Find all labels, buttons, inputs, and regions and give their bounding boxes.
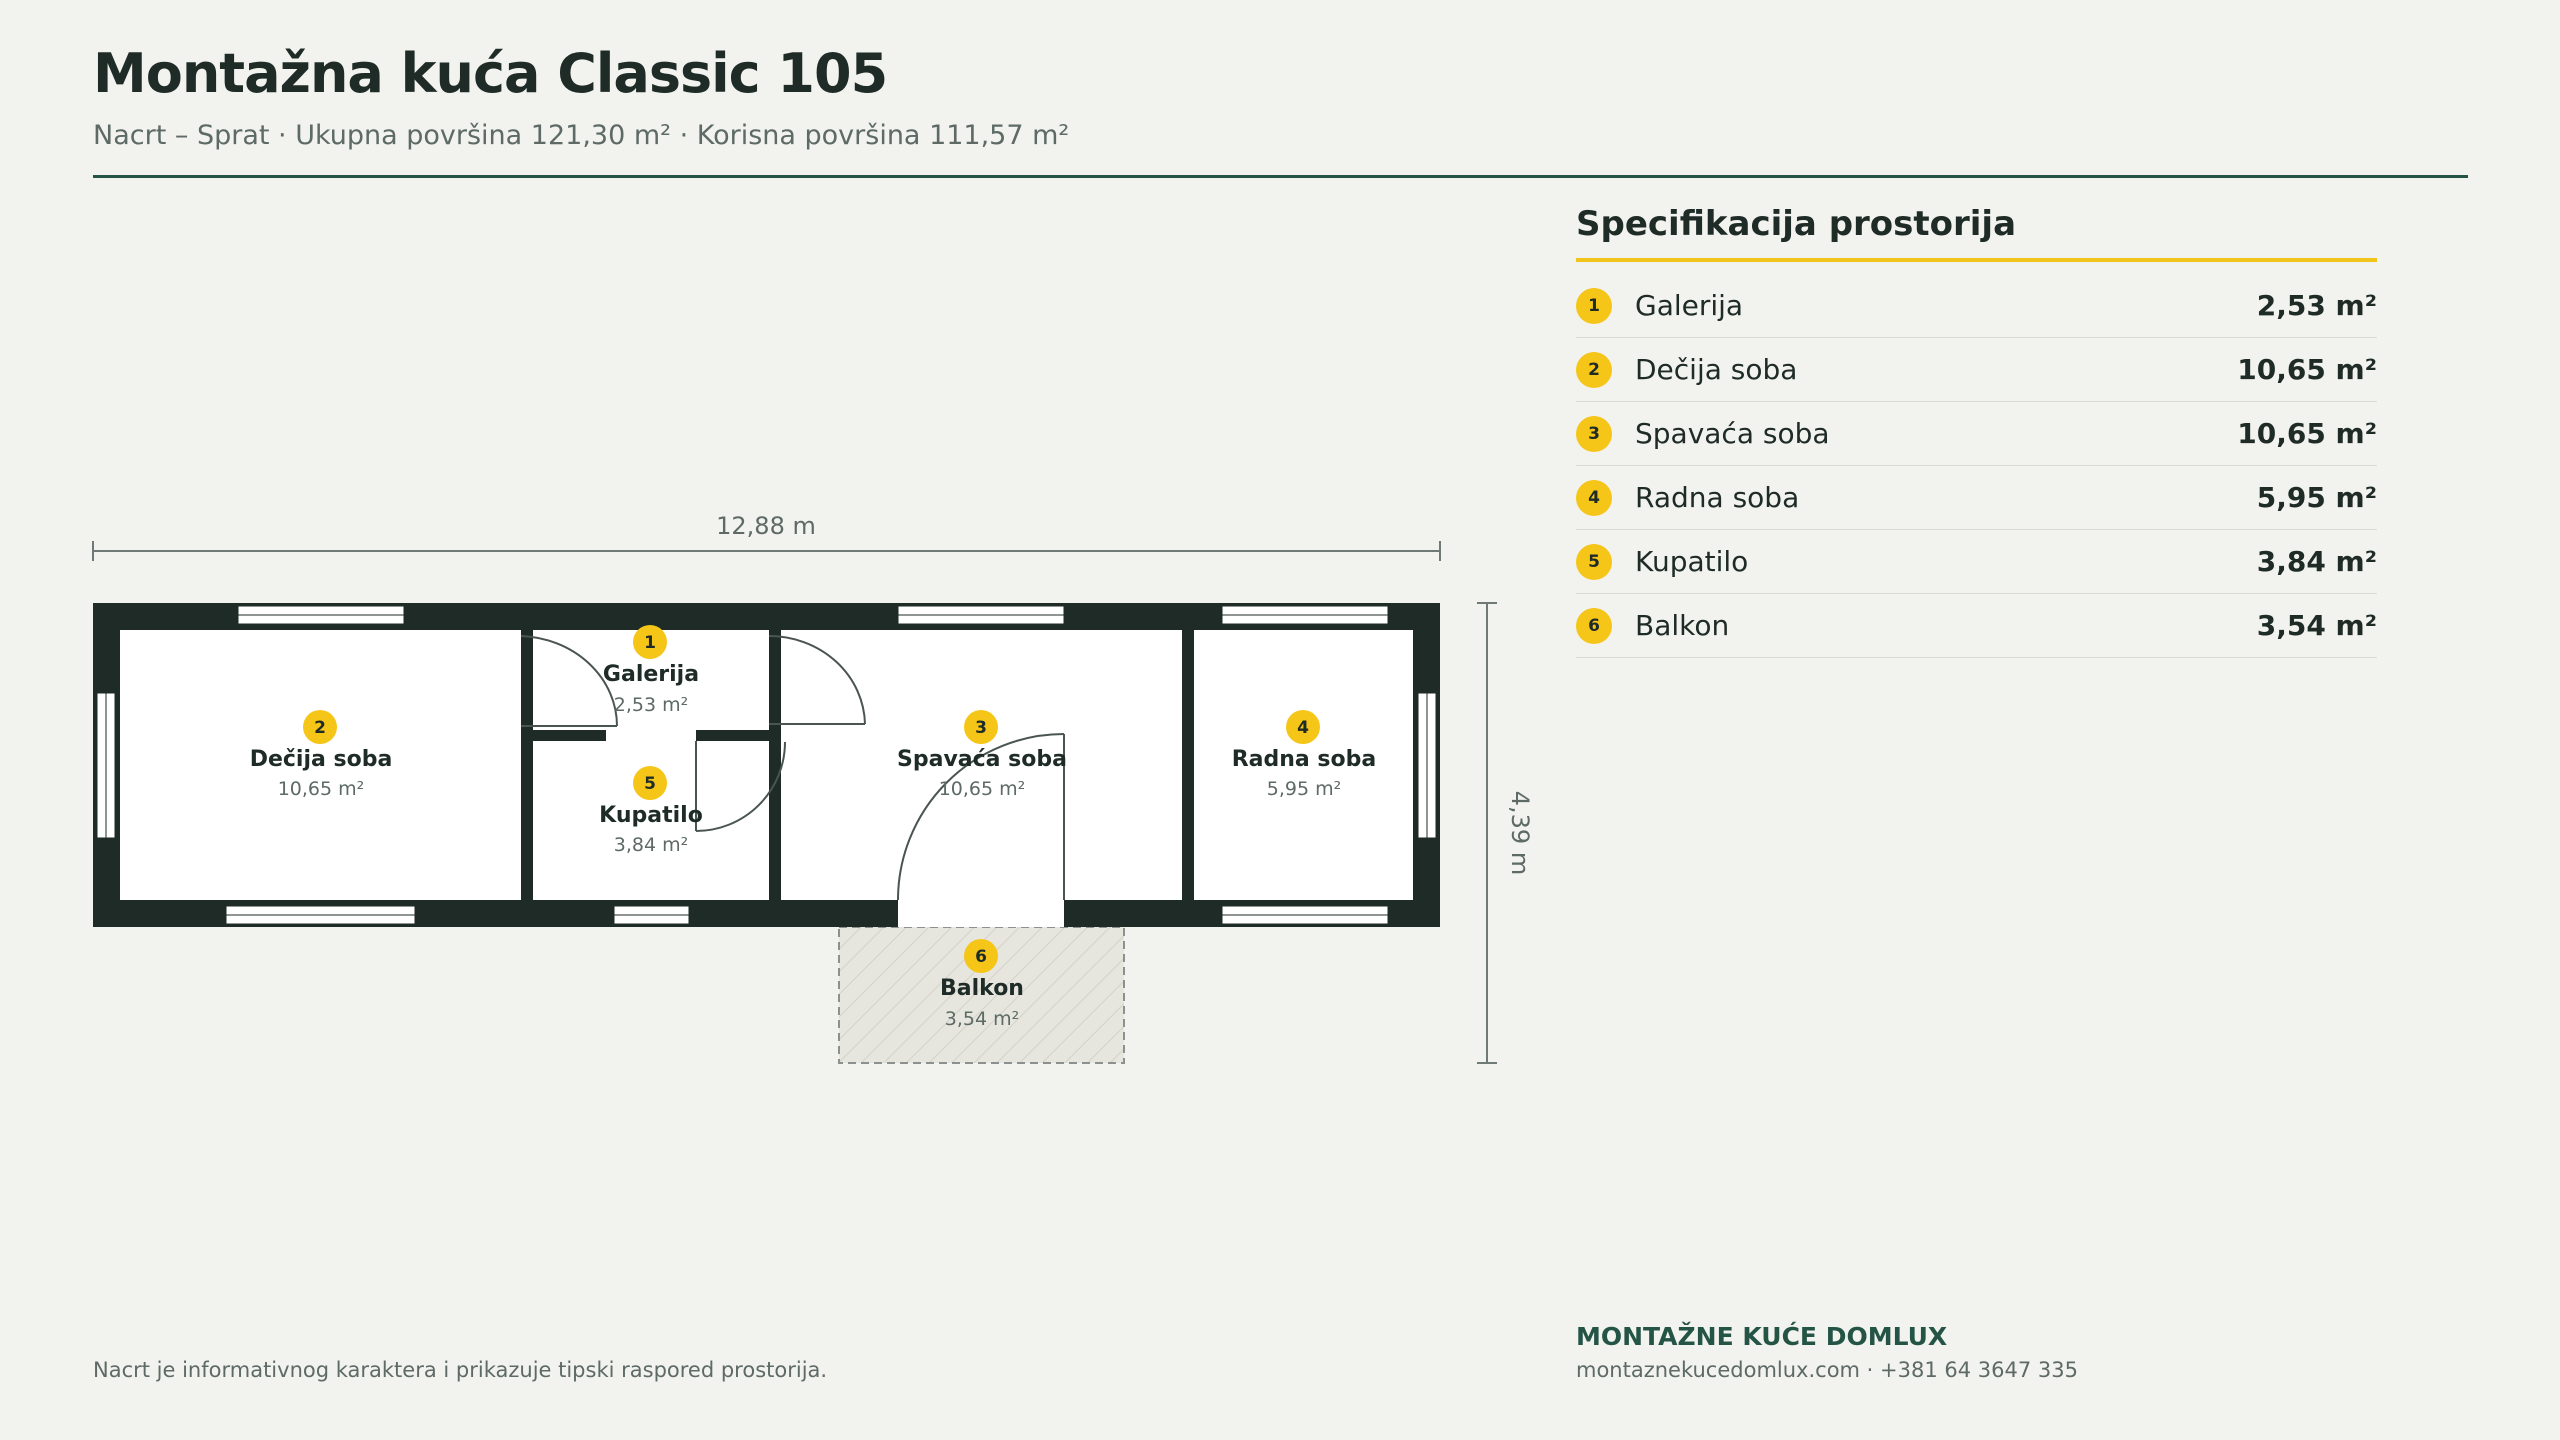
room-specification: Specifikacija prostorija 1 Galerija 2,53…: [1576, 204, 2377, 658]
room-name: Kupatilo: [1635, 545, 1749, 578]
spec-row: 4 Radna soba 5,95 m²: [1576, 466, 2377, 530]
svg-text:3,84 m²: 3,84 m²: [614, 834, 688, 856]
svg-text:10,65 m²: 10,65 m²: [278, 778, 365, 800]
room-number-badge: 1: [1576, 287, 1612, 324]
width-dimension: 12,88 m: [92, 512, 1441, 561]
depth-dimension: 4,39 m: [1477, 602, 1534, 1064]
room-area: 3,54 m²: [2256, 609, 2377, 642]
balcony-opening: [898, 900, 1064, 927]
room-name: Spavaća soba: [1635, 417, 1830, 450]
svg-text:2: 2: [314, 718, 326, 738]
room-area: 3,84 m²: [2256, 545, 2377, 578]
spec-title: Specifikacija prostorija: [1576, 204, 2377, 262]
svg-text:Dečija soba: Dečija soba: [250, 747, 393, 772]
svg-text:Galerija: Galerija: [603, 662, 699, 687]
svg-text:Balkon: Balkon: [940, 976, 1024, 1001]
svg-text:10,65 m²: 10,65 m²: [939, 778, 1026, 800]
room-number-badge: 3: [1576, 415, 1612, 452]
room-area: 2,53 m²: [2256, 289, 2377, 322]
bath-wall-right: [696, 730, 781, 741]
svg-text:Radna soba: Radna soba: [1232, 747, 1377, 772]
svg-text:6: 6: [975, 947, 987, 967]
room-number-badge: 2: [1576, 351, 1612, 388]
room-area: 10,65 m²: [2237, 417, 2377, 450]
width-label: 12,88 m: [716, 512, 816, 540]
bath-wall-left: [521, 730, 606, 741]
spec-row: 3 Spavaća soba 10,65 m²: [1576, 402, 2377, 466]
spec-row: 2 Dečija soba 10,65 m²: [1576, 338, 2377, 402]
svg-text:Spavaća soba: Spavaća soba: [897, 747, 1067, 772]
spec-row: 5 Kupatilo 3,84 m²: [1576, 530, 2377, 594]
svg-text:4: 4: [1297, 718, 1309, 738]
depth-label: 4,39 m: [1506, 791, 1534, 875]
svg-text:5: 5: [644, 774, 656, 794]
spec-row: 6 Balkon 3,54 m²: [1576, 594, 2377, 658]
svg-text:1: 1: [644, 633, 656, 653]
spec-list: 1 Galerija 2,53 m² 2 Dečija soba 10,65 m…: [1576, 274, 2377, 658]
svg-text:5,95 m²: 5,95 m²: [1267, 778, 1341, 800]
room-number-badge: 4: [1576, 479, 1612, 516]
spec-row: 1 Galerija 2,53 m²: [1576, 274, 2377, 338]
room-area: 5,95 m²: [2256, 481, 2377, 514]
contact-info: montaznekucedomlux.com · +381 64 3647 33…: [1576, 1358, 2078, 1382]
room-name: Radna soba: [1635, 481, 1800, 514]
room-name: Dečija soba: [1635, 353, 1798, 386]
disclaimer-text: Nacrt je informativnog karaktera i prika…: [93, 1358, 828, 1382]
room-number-badge: 5: [1576, 543, 1612, 580]
room-name: Balkon: [1635, 609, 1730, 642]
svg-text:3: 3: [975, 718, 987, 738]
svg-text:Kupatilo: Kupatilo: [599, 803, 703, 828]
svg-text:2,53 m²: 2,53 m²: [614, 694, 688, 716]
svg-text:3,54 m²: 3,54 m²: [945, 1008, 1019, 1030]
brand-name: MONTAŽNE KUĆE DOMLUX: [1576, 1322, 1948, 1351]
room-name: Galerija: [1635, 289, 1744, 322]
room-number-badge: 6: [1576, 607, 1612, 644]
floor-plan: 12,88 m 4,39 m 1 Galerija 2,53 m² 2 Deči…: [92, 512, 1534, 1064]
room-area: 10,65 m²: [2237, 353, 2377, 386]
